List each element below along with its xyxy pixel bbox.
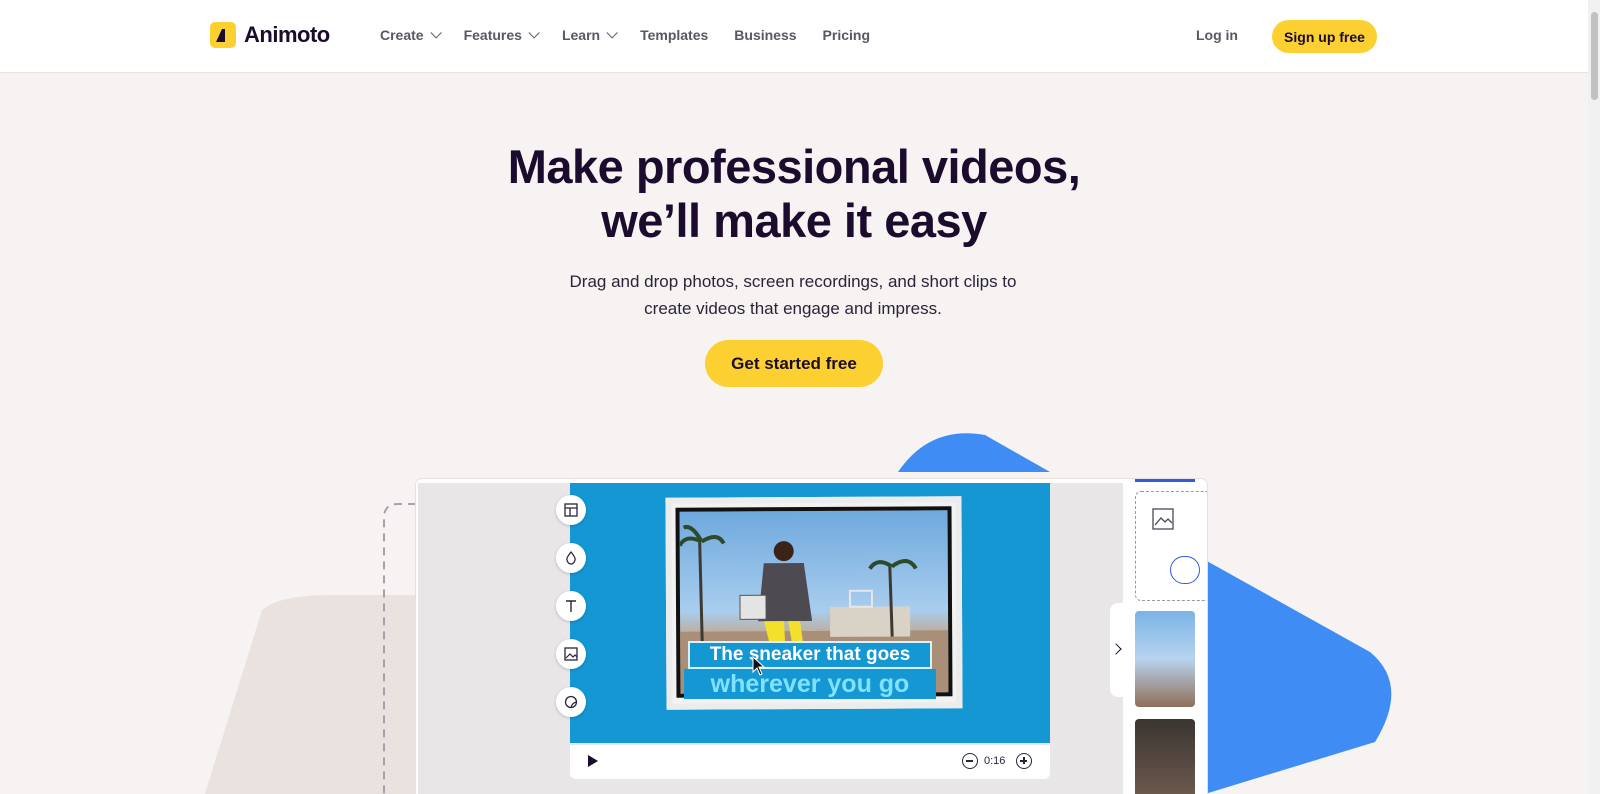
nav-pricing-label: Pricing xyxy=(822,27,871,43)
hero-title-line1: Make professional videos, xyxy=(507,140,1081,193)
sticker-icon[interactable] xyxy=(556,687,586,717)
image-icon[interactable] xyxy=(556,639,586,669)
caption-line1[interactable]: The sneaker that goes xyxy=(688,641,932,669)
nav-features-label: Features xyxy=(463,27,522,43)
zoom-in-icon[interactable] xyxy=(1016,753,1032,769)
upload-button[interactable] xyxy=(1170,556,1200,584)
chevron-down-icon xyxy=(430,27,442,39)
hero-subtitle-line1: Drag and drop photos, screen recordings,… xyxy=(569,272,1017,291)
signup-button[interactable]: Sign up free xyxy=(1272,20,1377,53)
nav-create[interactable]: Create xyxy=(380,27,442,43)
zoom-out-icon[interactable] xyxy=(962,753,978,769)
media-thumbnail[interactable] xyxy=(1135,611,1195,707)
nav-create-label: Create xyxy=(380,27,424,43)
site-header: Animoto Create Features Learn Templates … xyxy=(0,0,1588,73)
hero-title: Make professional videos, we’ll make it … xyxy=(0,140,1588,248)
panel-toggle[interactable] xyxy=(1110,603,1124,697)
nav-templates-label: Templates xyxy=(640,27,709,43)
image-upload-icon xyxy=(1152,508,1174,530)
mouse-cursor-icon xyxy=(752,656,766,676)
time-display: 0:16 xyxy=(984,755,1006,767)
nav-features[interactable]: Features xyxy=(463,27,540,43)
layout-icon[interactable] xyxy=(556,495,586,525)
nav-pricing[interactable]: Pricing xyxy=(823,27,870,43)
play-icon[interactable] xyxy=(588,755,598,767)
video-stage[interactable]: The sneaker that goes wherever you go xyxy=(570,483,1050,743)
logo-mark-icon xyxy=(210,22,236,48)
nav-learn[interactable]: Learn xyxy=(561,27,618,43)
nav-business-label: Business xyxy=(734,27,797,43)
text-icon[interactable] xyxy=(556,591,586,621)
caption-line2[interactable]: wherever you go xyxy=(684,669,936,699)
nav-templates[interactable]: Templates xyxy=(640,27,708,43)
nav-business[interactable]: Business xyxy=(734,27,796,43)
media-thumbnail[interactable] xyxy=(1135,719,1195,794)
login-link[interactable]: Log in xyxy=(1196,27,1238,43)
nav-learn-label: Learn xyxy=(561,27,601,43)
media-panel xyxy=(1123,479,1207,794)
hero-subtitle-line2: create videos that engage and impress. xyxy=(644,299,942,318)
main-nav: Create Features Learn Templates Business… xyxy=(380,27,870,43)
chevron-right-icon xyxy=(1110,643,1122,655)
scrollbar-thumb[interactable] xyxy=(1591,12,1598,100)
hero-title-line2: we’ll make it easy xyxy=(601,194,987,247)
hero-subtitle: Drag and drop photos, screen recordings,… xyxy=(540,268,1046,322)
playback-bar: 0:16 xyxy=(570,745,1050,779)
chevron-down-icon xyxy=(606,27,618,39)
animoto-logo[interactable]: Animoto xyxy=(210,22,330,48)
panel-tab-indicator xyxy=(1135,479,1195,482)
page-scrollbar[interactable] xyxy=(1588,0,1600,794)
editor-toolbar xyxy=(556,495,586,717)
editor-canvas-area: The sneaker that goes wherever you go 0:… xyxy=(418,483,1124,794)
get-started-button[interactable]: Get started free xyxy=(705,340,883,387)
logo-text: Animoto xyxy=(244,22,330,47)
color-drop-icon[interactable] xyxy=(556,543,586,573)
editor-preview: The sneaker that goes wherever you go 0:… xyxy=(416,479,1207,794)
upload-dropzone[interactable] xyxy=(1135,491,1207,601)
chevron-down-icon xyxy=(528,27,540,39)
